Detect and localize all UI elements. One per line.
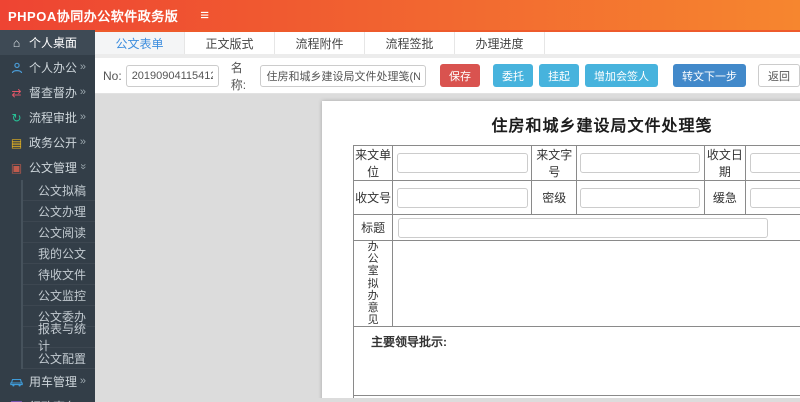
suspend-button[interactable]: 挂起 xyxy=(539,64,579,87)
incoming-unit-input[interactable] xyxy=(396,153,528,173)
document-title: 住房和城乡建设局文件处理笺 xyxy=(491,118,713,135)
app-window: PHPOA协同办公软件政务版 ≡ ⌂ 个人桌面 个人办公 » ⇄ 督查督办 » … xyxy=(0,0,800,402)
office-opinion-label: 办公室拟办意见 xyxy=(352,239,394,328)
sidebar-item-vehicle-manage[interactable]: 用车管理 » xyxy=(0,369,95,394)
chevron-right-icon: » xyxy=(79,85,86,98)
delegate-button[interactable]: 委托 xyxy=(493,64,533,87)
sidebar-subitem-doc-draft[interactable]: 公文拟稿 xyxy=(23,180,95,201)
sidebar-item-document-manage[interactable]: ▣ 公文管理 » xyxy=(0,155,95,180)
folder-icon: ▣ xyxy=(10,160,23,175)
receive-date-input[interactable] xyxy=(749,153,800,173)
tab-flow-attachments[interactable]: 流程附件 xyxy=(275,32,365,54)
forward-next-button[interactable]: 转文下一步 xyxy=(673,64,746,87)
secrecy-label: 密级 xyxy=(531,180,578,215)
receive-no-cell xyxy=(392,180,533,215)
sidebar-item-label: 督查督办 xyxy=(29,86,78,100)
chevron-right-icon: » xyxy=(79,110,86,123)
incoming-unit-cell xyxy=(392,145,533,181)
urgency-input[interactable] xyxy=(749,187,800,208)
sidebar-item-label: 流程审批 xyxy=(29,111,78,125)
office-opinion-cell[interactable] xyxy=(392,239,800,328)
no-input[interactable] xyxy=(125,64,219,87)
content-area: 住房和城乡建设局文件处理笺 来文单位 来文字号 收文日期 收文号 密级 缓急 标… xyxy=(95,94,800,398)
name-label: 名称: xyxy=(230,60,247,92)
tab-progress[interactable]: 办理进度 xyxy=(455,32,545,54)
document-paper: 住房和城乡建设局文件处理笺 来文单位 来文字号 收文日期 收文号 密级 缓急 标… xyxy=(322,101,800,398)
sidebar-subitem-doc-read[interactable]: 公文阅读 xyxy=(23,222,95,243)
receive-date-cell xyxy=(745,145,800,181)
branch-leader-note-cell[interactable]: 分管领导批示: xyxy=(353,395,800,398)
sidebar-item-label: 公文管理 xyxy=(29,161,78,175)
tab-body-layout[interactable]: 正文版式 xyxy=(185,32,275,54)
sidebar-item-label: 行政事务 xyxy=(29,398,77,402)
incoming-no-cell xyxy=(576,145,705,181)
refresh-icon: ↻ xyxy=(11,110,22,125)
table-row: 办公室拟办意见 xyxy=(352,239,800,328)
sidebar-item-label: 政务公开 xyxy=(29,136,78,150)
table-row: 标题 xyxy=(352,214,800,241)
urgency-label: 缓急 xyxy=(703,180,747,215)
main-leader-note-label: 主要领导批示: xyxy=(371,335,447,350)
sidebar-item-supervision[interactable]: ⇄ 督查督办 » xyxy=(0,80,95,105)
car-icon xyxy=(10,375,23,389)
add-countersigner-button[interactable]: 增加会签人 xyxy=(585,64,658,87)
no-label: No: xyxy=(103,68,122,83)
shuffle-icon: ⇄ xyxy=(11,85,22,100)
sidebar-item-label: 个人办公 xyxy=(29,61,78,75)
sidebar-subitem-doc-config[interactable]: 公文配置 xyxy=(23,348,95,369)
document-manage-submenu: 公文拟稿 公文办理 公文阅读 我的公文 待收文件 公文监控 公文委办 报表与统计… xyxy=(21,180,95,369)
receive-date-label: 收文日期 xyxy=(703,145,747,181)
sidebar-item-label: 个人桌面 xyxy=(29,36,78,50)
sidebar-item-admin-affairs[interactable]: 行政事务 » xyxy=(0,394,95,402)
app-title: PHPOA协同办公软件政务版 xyxy=(8,8,179,24)
table-row: 收文号 密级 缓急 xyxy=(352,180,800,215)
document-form-table: 来文单位 来文字号 收文日期 收文号 密级 缓急 标题 办公室拟办意见 主要领导… xyxy=(352,145,800,398)
sidebar-item-workflow-approval[interactable]: ↻ 流程审批 » xyxy=(0,105,95,130)
sidebar-item-personal-office[interactable]: 个人办公 » xyxy=(0,55,95,80)
doc-title-cell xyxy=(392,214,800,241)
main-leader-note-cell[interactable]: 主要领导批示: xyxy=(353,326,800,397)
user-icon xyxy=(10,61,23,75)
sidebar-item-personal-desktop[interactable]: ⌂ 个人桌面 xyxy=(0,30,95,55)
receive-no-input[interactable] xyxy=(396,187,528,208)
incoming-no-label: 来文字号 xyxy=(531,145,578,181)
sidebar-subitem-pending-files[interactable]: 待收文件 xyxy=(23,264,95,285)
incoming-unit-label: 来文单位 xyxy=(352,145,394,181)
doc-title-input[interactable] xyxy=(398,217,769,238)
receive-no-label: 收文号 xyxy=(352,180,394,215)
header-bar: PHPOA协同办公软件政务版 ≡ xyxy=(0,0,800,30)
table-row: 来文单位 来文字号 收文日期 xyxy=(352,145,800,181)
toolbar: No: 名称: 保存 委托 挂起 增加会签人 转文下一步 返回 xyxy=(95,58,800,94)
sidebar: ⌂ 个人桌面 个人办公 » ⇄ 督查督办 » ↻ 流程审批 » ▤ 政务公开 »… xyxy=(0,30,95,402)
chevron-down-icon: » xyxy=(76,162,89,170)
incoming-no-input[interactable] xyxy=(580,153,701,173)
table-row: 分管领导批示: xyxy=(353,395,800,398)
sidebar-subitem-my-docs[interactable]: 我的公文 xyxy=(23,243,95,264)
back-button[interactable]: 返回 xyxy=(758,64,800,87)
calendar-icon: ▤ xyxy=(10,135,23,150)
tab-bar: 公文表单 正文版式 流程附件 流程签批 办理进度 xyxy=(95,30,800,58)
chevron-right-icon: » xyxy=(79,60,86,73)
doc-title-label: 标题 xyxy=(352,214,394,241)
sidebar-subitem-doc-monitor[interactable]: 公文监控 xyxy=(23,285,95,306)
table-row: 主要领导批示: xyxy=(353,326,800,397)
chevron-right-icon: » xyxy=(79,374,86,387)
name-input[interactable] xyxy=(260,64,426,87)
sidebar-item-gov-disclosure[interactable]: ▤ 政务公开 » xyxy=(0,130,95,155)
sidebar-subitem-reports-stats[interactable]: 报表与统计 xyxy=(23,322,95,353)
sidebar-item-label: 用车管理 xyxy=(29,375,78,389)
urgency-cell xyxy=(745,180,800,215)
chevron-right-icon: » xyxy=(79,135,86,148)
hamburger-icon[interactable]: ≡ xyxy=(200,8,209,23)
home-icon: ⌂ xyxy=(12,35,21,50)
main-area: 公文表单 正文版式 流程附件 流程签批 办理进度 No: 名称: 保存 委托 挂… xyxy=(95,30,800,402)
tab-document-form[interactable]: 公文表单 xyxy=(95,32,185,54)
secrecy-input[interactable] xyxy=(580,187,701,208)
sidebar-subitem-doc-handle[interactable]: 公文办理 xyxy=(23,201,95,222)
tab-flow-signoff[interactable]: 流程签批 xyxy=(365,32,455,54)
save-button[interactable]: 保存 xyxy=(440,64,480,87)
secrecy-cell xyxy=(576,180,705,215)
